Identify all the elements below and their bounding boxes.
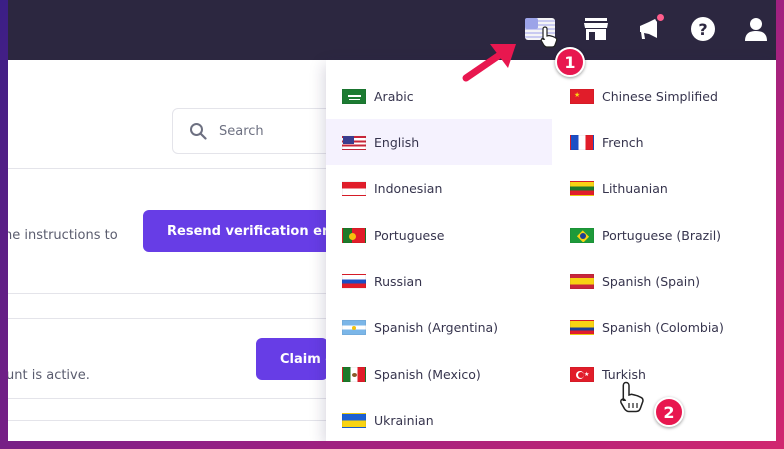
ukraine-flag-icon bbox=[342, 412, 366, 428]
language-dropdown: Arabic English Indonesian Portuguese Rus… bbox=[326, 60, 776, 441]
language-label: Russian bbox=[374, 273, 423, 289]
section-divider bbox=[8, 420, 338, 421]
mexico-flag-icon bbox=[342, 366, 366, 382]
verification-instructions-text: he instructions to bbox=[8, 228, 118, 243]
language-option-portuguese[interactable]: Portuguese bbox=[326, 212, 552, 258]
language-option-russian[interactable]: Russian bbox=[326, 258, 552, 304]
language-option-spanish-spain[interactable]: Spanish (Spain) bbox=[554, 258, 776, 304]
notification-dot bbox=[655, 12, 666, 23]
section-divider bbox=[8, 168, 338, 169]
language-option-english[interactable]: English bbox=[326, 119, 552, 165]
brazil-flag-icon bbox=[570, 227, 594, 243]
language-label: Turkish bbox=[602, 366, 646, 382]
language-label: French bbox=[602, 134, 644, 150]
argentina-flag-icon bbox=[342, 319, 366, 335]
colombia-flag-icon bbox=[570, 319, 594, 335]
user-account-button[interactable] bbox=[738, 12, 774, 46]
language-option-ukrainian[interactable]: Ukrainian bbox=[326, 397, 552, 441]
language-label: Spanish (Mexico) bbox=[374, 366, 481, 382]
spain-flag-icon bbox=[570, 273, 594, 289]
language-option-spanish-colombia[interactable]: Spanish (Colombia) bbox=[554, 304, 776, 350]
section-divider bbox=[8, 398, 338, 399]
language-label: Spanish (Colombia) bbox=[602, 319, 724, 335]
language-option-lithuanian[interactable]: Lithuanian bbox=[554, 165, 776, 211]
language-label: Portuguese bbox=[374, 227, 445, 243]
notifications-button[interactable] bbox=[632, 12, 668, 46]
language-label: Spanish (Argentina) bbox=[374, 319, 499, 335]
resend-verification-button[interactable]: Resend verification email bbox=[143, 210, 333, 252]
language-label: Lithuanian bbox=[602, 180, 668, 196]
step-badge-2: 2 bbox=[654, 397, 684, 427]
top-navbar: ? bbox=[8, 0, 776, 60]
language-option-turkish[interactable]: ★ Turkish bbox=[554, 351, 776, 397]
france-flag-icon bbox=[570, 134, 594, 150]
language-label: Indonesian bbox=[374, 180, 443, 196]
language-selector-button[interactable] bbox=[522, 12, 558, 48]
store-button[interactable] bbox=[578, 12, 614, 46]
saudi-arabia-flag-icon bbox=[342, 88, 366, 104]
language-option-spanish-mexico[interactable]: Spanish (Mexico) bbox=[326, 351, 552, 397]
language-option-french[interactable]: French bbox=[554, 119, 776, 165]
user-icon bbox=[745, 18, 767, 41]
account-active-text: unt is active. bbox=[8, 368, 90, 383]
indonesia-flag-icon bbox=[342, 180, 366, 196]
claim-button[interactable]: Claim d bbox=[256, 338, 328, 380]
help-button[interactable]: ? bbox=[685, 12, 721, 46]
pointer-hand-icon bbox=[620, 381, 644, 413]
turkey-flag-icon: ★ bbox=[570, 366, 594, 382]
pointer-hand-icon bbox=[540, 26, 558, 48]
language-label: Chinese Simplified bbox=[602, 88, 718, 104]
store-icon bbox=[584, 18, 608, 40]
language-label: Portuguese (Brazil) bbox=[602, 227, 722, 243]
watermark: WPMAVI bbox=[720, 430, 770, 441]
svg-text:?: ? bbox=[698, 20, 707, 39]
lithuania-flag-icon bbox=[570, 180, 594, 196]
arrow-icon bbox=[462, 44, 516, 82]
help-icon: ? bbox=[691, 17, 715, 41]
china-flag-icon: ★ bbox=[570, 88, 594, 104]
russia-flag-icon bbox=[342, 273, 366, 289]
language-label: English bbox=[374, 134, 420, 150]
language-label: Arabic bbox=[374, 88, 414, 104]
portugal-flag-icon bbox=[342, 227, 366, 243]
language-option-spanish-argentina[interactable]: Spanish (Argentina) bbox=[326, 304, 552, 350]
language-option-portuguese-brazil[interactable]: Portuguese (Brazil) bbox=[554, 212, 776, 258]
app-window: ? Search he instructions to Resend verif… bbox=[8, 0, 776, 441]
section-divider bbox=[8, 293, 338, 294]
step-badge-1: 1 bbox=[555, 47, 585, 77]
us-flag-icon bbox=[342, 134, 366, 150]
search-input[interactable]: Search bbox=[172, 108, 352, 154]
search-placeholder: Search bbox=[219, 123, 264, 139]
language-label: Spanish (Spain) bbox=[602, 273, 701, 289]
language-option-chinese-simplified[interactable]: ★ Chinese Simplified bbox=[554, 73, 776, 119]
search-icon bbox=[190, 123, 207, 140]
language-label: Ukrainian bbox=[374, 412, 434, 428]
section-divider bbox=[8, 318, 338, 319]
language-option-indonesian[interactable]: Indonesian bbox=[326, 165, 552, 211]
